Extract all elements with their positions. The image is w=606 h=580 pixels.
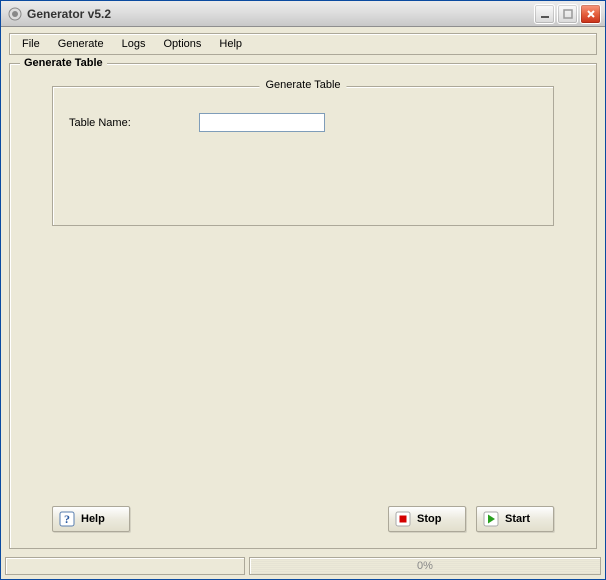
stop-button-label: Stop [417,513,441,525]
help-button[interactable]: ? Help [52,506,130,532]
help-button-label: Help [81,513,105,525]
window-title: Generator v5.2 [27,7,534,21]
maximize-button[interactable] [557,4,578,24]
left-buttons: ? Help [52,506,130,532]
progress-bar: 0% [249,557,601,575]
svg-text:?: ? [64,512,70,526]
spacer [22,226,584,496]
play-icon [483,511,499,527]
app-window: Generator v5.2 File Generate Logs Option… [0,0,606,580]
progress-label: 0% [417,560,433,572]
titlebar[interactable]: Generator v5.2 [1,1,605,27]
menu-options[interactable]: Options [155,36,209,52]
generate-table-panel: Generate Table Generate Table Table Name… [9,63,597,549]
generate-table-fieldset: Generate Table Table Name: [52,86,554,226]
minimize-button[interactable] [534,4,555,24]
statusbar: 0% [1,555,605,579]
panel-title: Generate Table [20,57,107,69]
question-icon: ? [59,511,75,527]
status-message [5,557,245,575]
menu-help[interactable]: Help [211,36,250,52]
app-icon [7,6,23,22]
close-button[interactable] [580,4,601,24]
window-controls [534,4,603,24]
menu-generate[interactable]: Generate [50,36,112,52]
stop-icon [395,511,411,527]
table-name-label: Table Name: [69,117,199,129]
table-name-row: Table Name: [69,113,537,132]
button-row: ? Help Stop [52,506,554,532]
stop-button[interactable]: Stop [388,506,466,532]
menu-file[interactable]: File [14,36,48,52]
start-button-label: Start [505,513,530,525]
table-name-input[interactable] [199,113,325,132]
menu-logs[interactable]: Logs [114,36,154,52]
right-buttons: Stop Start [388,506,554,532]
fieldset-legend: Generate Table [259,79,346,91]
content-area: Generate Table Generate Table Table Name… [1,59,605,555]
menubar: File Generate Logs Options Help [9,33,597,55]
start-button[interactable]: Start [476,506,554,532]
